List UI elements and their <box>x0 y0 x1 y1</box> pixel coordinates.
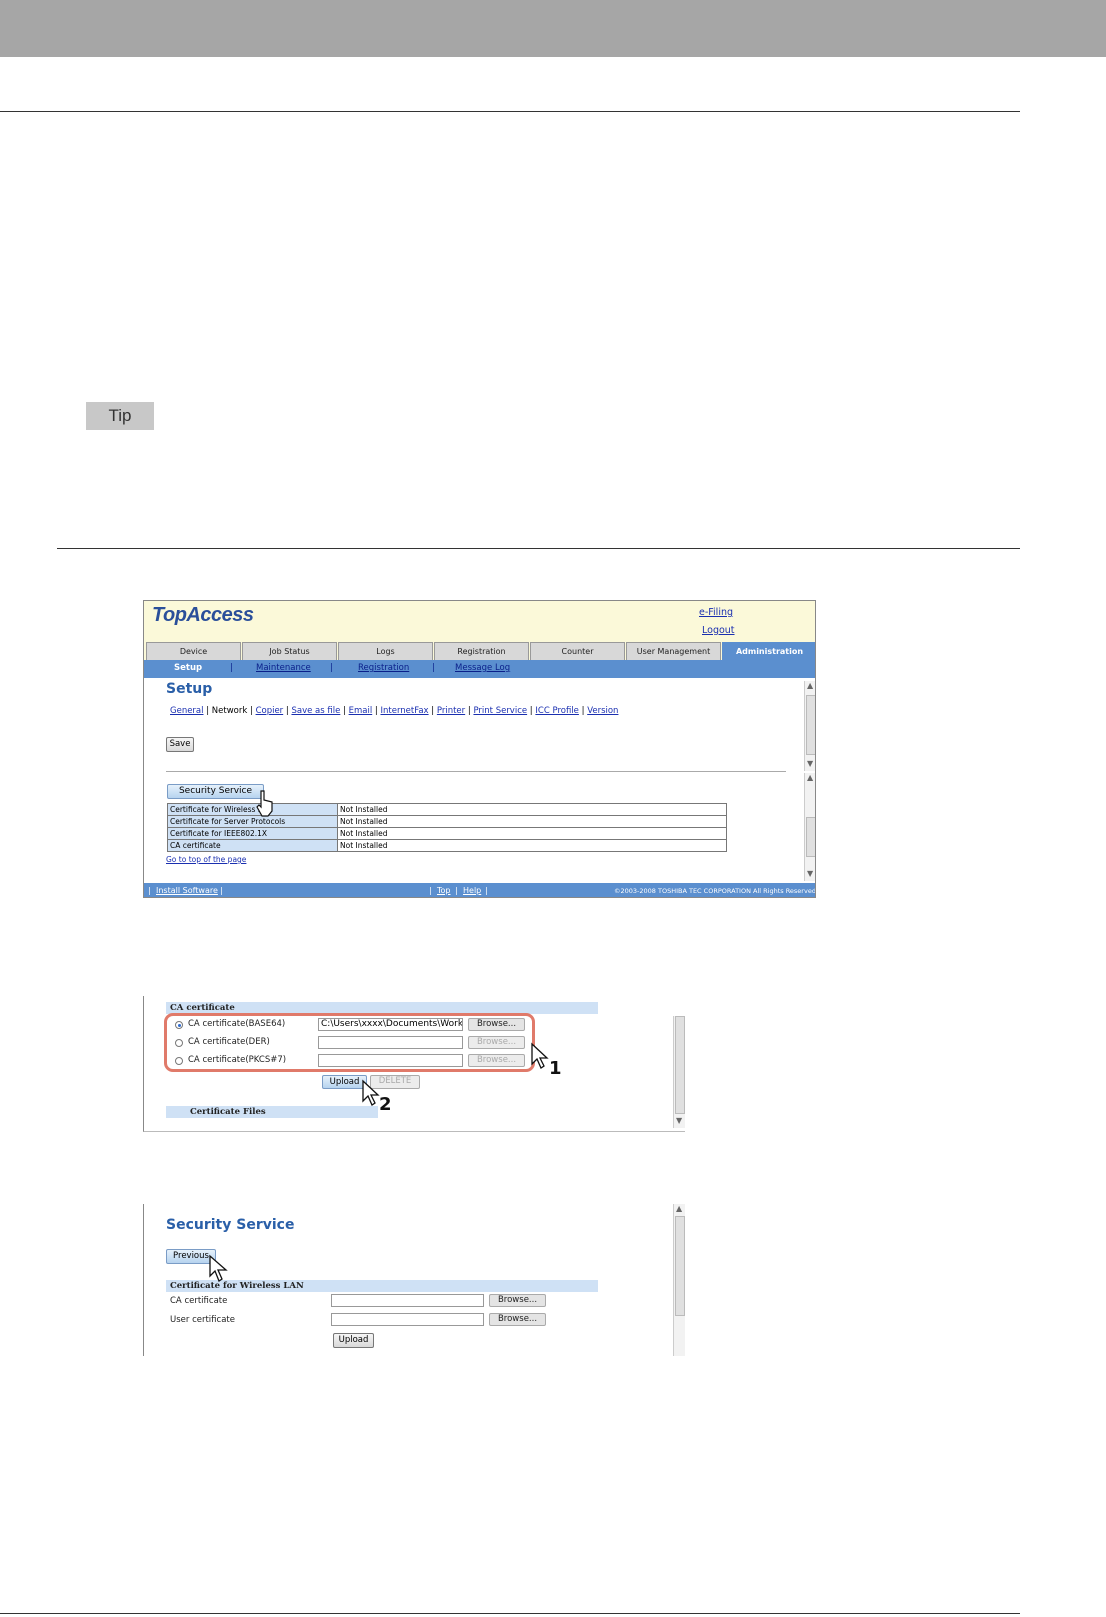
ca-certificate-input[interactable] <box>331 1294 484 1307</box>
footer-help-link[interactable]: Help <box>463 886 481 895</box>
link-icc-profile[interactable]: ICC Profile <box>535 706 579 716</box>
scroll-thumb[interactable] <box>806 695 815 755</box>
cert-name: CA certificate <box>167 839 338 852</box>
scroll-up-icon[interactable]: ▲ <box>807 681 813 690</box>
tab-administration[interactable]: Administration <box>722 642 815 660</box>
scrollbar-lower[interactable]: ▲ ▼ <box>804 773 815 881</box>
hand-pointer-icon <box>256 790 273 817</box>
browse-button-user[interactable]: Browse... <box>489 1313 546 1326</box>
table-row: Certificate for Server Protocols Not Inst… <box>167 815 727 828</box>
cert-name: Certificate for Server Protocols <box>167 815 338 828</box>
user-certificate-label: User certificate <box>170 1315 235 1325</box>
scroll-up-icon[interactable]: ▲ <box>807 773 813 782</box>
cert-status: Not Installed <box>337 839 727 852</box>
topaccess-banner: TopAccess e-Filing Logout <box>144 601 815 641</box>
copyright-text: ©2003-2008 TOSHIBA TEC CORPORATION All R… <box>614 887 816 895</box>
table-row: Certificate for IEEE802.1X Not Installed <box>167 827 727 840</box>
install-software-link[interactable]: Install Software <box>156 886 218 895</box>
arrow-cursor-icon <box>531 1042 549 1069</box>
tip-badge: Tip <box>86 402 154 430</box>
tab-counter[interactable]: Counter <box>530 642 625 660</box>
cert-status: Not Installed <box>337 815 727 828</box>
scrollbar-upper[interactable]: ▲ ▼ <box>804 681 815 771</box>
link-printer[interactable]: Printer <box>437 706 465 716</box>
scroll-thumb[interactable] <box>806 817 815 857</box>
scroll-thumb[interactable] <box>675 1216 685 1316</box>
arrow-cursor-icon <box>362 1079 380 1106</box>
scroll-thumb[interactable] <box>675 1016 685 1114</box>
cert-name: Certificate for Wireless LAN <box>167 803 338 816</box>
save-button[interactable]: Save <box>166 737 194 752</box>
scroll-down-icon[interactable]: ▼ <box>807 869 813 878</box>
link-email[interactable]: Email <box>349 706 373 716</box>
page-header-band <box>0 0 1106 57</box>
link-general[interactable]: General <box>170 706 204 716</box>
link-version[interactable]: Version <box>587 706 618 716</box>
screenshot-security-service: Security Service Previous Certificate fo… <box>143 1204 685 1356</box>
browse-button-ca[interactable]: Browse... <box>489 1294 546 1307</box>
certificate-status-table: Certificate for Wireless LAN Not Installe… <box>167 803 727 852</box>
security-service-button[interactable]: Security Service <box>167 784 264 799</box>
bottom-rule <box>0 1613 1020 1614</box>
cert-name: Certificate for IEEE802.1X <box>167 827 338 840</box>
setup-links: General | Network | Copier | Save as fil… <box>170 706 619 716</box>
scroll-down-icon[interactable]: ▼ <box>807 759 813 768</box>
subnav-registration[interactable]: Registration <box>358 663 409 673</box>
section-rule <box>57 548 1020 549</box>
logout-link[interactable]: Logout <box>702 625 735 636</box>
screenshot-topaccess-setup: TopAccess e-Filing Logout Device Job Sta… <box>143 600 816 898</box>
selection-highlight <box>164 1013 535 1072</box>
certificate-files-section-header: Certificate Files <box>166 1106 378 1118</box>
step-number-2: 2 <box>379 1094 392 1115</box>
tab-job-status[interactable]: Job Status <box>242 642 337 660</box>
footer-top-link[interactable]: Top <box>437 886 451 895</box>
screenshot-ca-certificate: CA certificate CA certificate(BASE64) C:… <box>143 996 685 1132</box>
scrollbar[interactable]: ▲ <box>673 1204 685 1356</box>
security-service-title: Security Service <box>166 1217 295 1233</box>
step-number-1: 1 <box>549 1058 562 1079</box>
page-title: Setup <box>166 681 213 697</box>
scroll-up-icon[interactable]: ▲ <box>676 1204 682 1213</box>
sub-navigation: Setup | Maintenance | Registration | Mes… <box>144 660 815 678</box>
link-copier[interactable]: Copier <box>256 706 284 716</box>
subnav-maintenance[interactable]: Maintenance <box>256 663 311 673</box>
link-internetfax[interactable]: InternetFax <box>380 706 428 716</box>
subnav-setup[interactable]: Setup <box>174 663 202 673</box>
hand-pointer-icon <box>209 1254 228 1282</box>
divider <box>166 771 786 772</box>
cert-status: Not Installed <box>337 803 727 816</box>
tab-logs[interactable]: Logs <box>338 642 433 660</box>
main-tabs: Device Job Status Logs Registration Coun… <box>144 641 815 660</box>
link-save-as-file[interactable]: Save as file <box>291 706 340 716</box>
subnav-message-log[interactable]: Message Log <box>455 663 510 673</box>
top-rule <box>0 111 1020 112</box>
tab-device[interactable]: Device <box>146 642 241 660</box>
table-row: Certificate for Wireless LAN Not Installe… <box>167 803 727 816</box>
cert-status: Not Installed <box>337 827 727 840</box>
wireless-lan-section-header: Certificate for Wireless LAN <box>166 1280 598 1292</box>
scrollbar[interactable]: ▼ <box>673 1016 685 1128</box>
efiling-link[interactable]: e-Filing <box>699 607 733 618</box>
link-network[interactable]: Network <box>212 706 248 716</box>
upload-button[interactable]: Upload <box>333 1333 374 1348</box>
link-print-service[interactable]: Print Service <box>473 706 527 716</box>
topaccess-logo: TopAccess <box>152 604 254 626</box>
scroll-down-icon[interactable]: ▼ <box>676 1116 682 1125</box>
tab-user-management[interactable]: User Management <box>626 642 721 660</box>
ca-certificate-label: CA certificate <box>170 1296 228 1306</box>
topaccess-footer: | Install Software | | Top | Help | ©200… <box>144 883 816 897</box>
table-row: CA certificate Not Installed <box>167 839 727 852</box>
go-to-top-link[interactable]: Go to top of the page <box>166 855 246 864</box>
user-certificate-input[interactable] <box>331 1313 484 1326</box>
tab-registration[interactable]: Registration <box>434 642 529 660</box>
